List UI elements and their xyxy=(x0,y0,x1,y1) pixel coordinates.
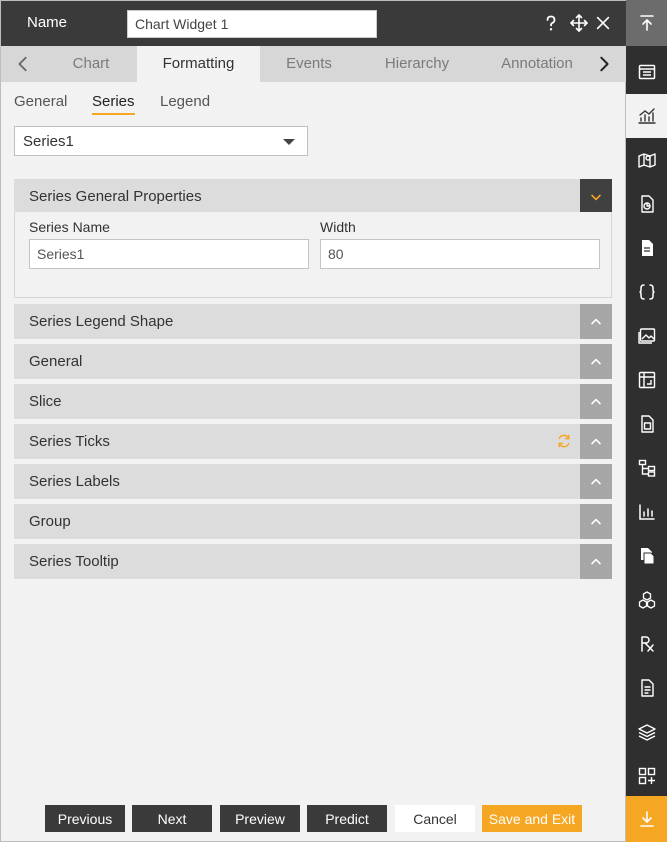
series-select-value: Series1 xyxy=(23,133,74,150)
save-and-exit-button[interactable]: Save and Exit xyxy=(482,805,582,832)
bar-chart-icon[interactable] xyxy=(626,490,667,534)
tab-events[interactable]: Events xyxy=(260,46,358,82)
chart-icon[interactable] xyxy=(626,94,667,138)
image-icon[interactable] xyxy=(626,314,667,358)
map-icon[interactable] xyxy=(626,138,667,182)
add-widget-icon[interactable] xyxy=(626,754,667,798)
document-icon[interactable] xyxy=(626,226,667,270)
subtab-legend[interactable]: Legend xyxy=(160,93,210,110)
series-general-properties-body: Series Name Width xyxy=(14,212,612,298)
section-title: Group xyxy=(29,513,71,530)
panel-header: Name xyxy=(1,1,627,46)
chevron-down-icon[interactable] xyxy=(580,179,612,214)
series-select[interactable]: Series1 xyxy=(14,126,308,156)
close-icon[interactable] xyxy=(592,12,614,34)
section-series-general-properties[interactable]: Series General Properties xyxy=(14,179,612,214)
download-icon[interactable] xyxy=(626,796,667,842)
next-button[interactable]: Next xyxy=(132,805,212,832)
width-label: Width xyxy=(320,219,356,235)
chevron-up-icon[interactable] xyxy=(580,384,612,419)
section-series-ticks[interactable]: Series Ticks xyxy=(14,424,612,459)
layers-icon[interactable] xyxy=(626,710,667,754)
collapse-top-icon[interactable] xyxy=(626,0,667,46)
chevron-up-icon[interactable] xyxy=(580,304,612,339)
chevron-up-icon[interactable] xyxy=(580,344,612,379)
section-title: Series Legend Shape xyxy=(29,313,174,330)
cubes-icon[interactable] xyxy=(626,578,667,622)
help-icon[interactable] xyxy=(540,12,562,34)
cancel-button[interactable]: Cancel xyxy=(395,805,475,832)
width-input[interactable] xyxy=(320,239,600,269)
preview-button[interactable]: Preview xyxy=(220,805,300,832)
copy-document-icon[interactable] xyxy=(626,534,667,578)
section-series-legend-shape[interactable]: Series Legend Shape xyxy=(14,304,612,339)
section-general[interactable]: General xyxy=(14,344,612,379)
section-series-labels[interactable]: Series Labels xyxy=(14,464,612,499)
tab-bar: Chart Formatting Events Hierarchy Annota… xyxy=(1,46,627,82)
section-title: General xyxy=(29,353,83,370)
pivot-table-icon[interactable] xyxy=(626,358,667,402)
braces-icon[interactable] xyxy=(626,270,667,314)
table-list-icon[interactable] xyxy=(626,50,667,94)
chevron-up-icon[interactable] xyxy=(580,424,612,459)
section-slice[interactable]: Slice xyxy=(14,384,612,419)
document-chart-icon[interactable] xyxy=(626,182,667,226)
calculator-document-icon[interactable] xyxy=(626,402,667,446)
tab-chart[interactable]: Chart xyxy=(45,46,137,82)
chevron-up-icon[interactable] xyxy=(580,464,612,499)
report-icon[interactable] xyxy=(626,666,667,710)
tab-formatting[interactable]: Formatting xyxy=(137,46,260,82)
section-title: Series Labels xyxy=(29,473,120,490)
chevron-up-icon[interactable] xyxy=(580,544,612,579)
subtab-series[interactable]: Series xyxy=(92,93,135,115)
rx-icon[interactable] xyxy=(626,622,667,666)
section-title: Series Ticks xyxy=(29,433,110,450)
tab-annotation[interactable]: Annotation xyxy=(488,46,586,82)
section-group[interactable]: Group xyxy=(14,504,612,539)
section-series-tooltip[interactable]: Series Tooltip xyxy=(14,544,612,579)
refresh-icon[interactable] xyxy=(556,433,572,449)
previous-button[interactable]: Previous xyxy=(45,805,125,832)
subtab-general[interactable]: General xyxy=(14,93,67,110)
properties-panel: Name Chart Formatting Events Hierarchy A… xyxy=(0,0,627,842)
move-icon[interactable] xyxy=(568,12,590,34)
tabs-prev-arrow-icon[interactable] xyxy=(5,46,41,82)
section-title: Series General Properties xyxy=(29,188,202,205)
hierarchy-icon[interactable] xyxy=(626,446,667,490)
chevron-up-icon[interactable] xyxy=(580,504,612,539)
predict-button[interactable]: Predict xyxy=(307,805,387,832)
tabs-next-arrow-icon[interactable] xyxy=(586,46,622,82)
tab-hierarchy[interactable]: Hierarchy xyxy=(366,46,468,82)
section-title: Series Tooltip xyxy=(29,553,119,570)
right-sidebar xyxy=(626,0,667,842)
section-title: Slice xyxy=(29,393,62,410)
chevron-down-icon xyxy=(283,139,295,145)
series-name-label: Series Name xyxy=(29,219,110,235)
series-name-input[interactable] xyxy=(29,239,309,269)
widget-name-input[interactable] xyxy=(127,10,377,38)
name-label: Name xyxy=(27,14,68,31)
